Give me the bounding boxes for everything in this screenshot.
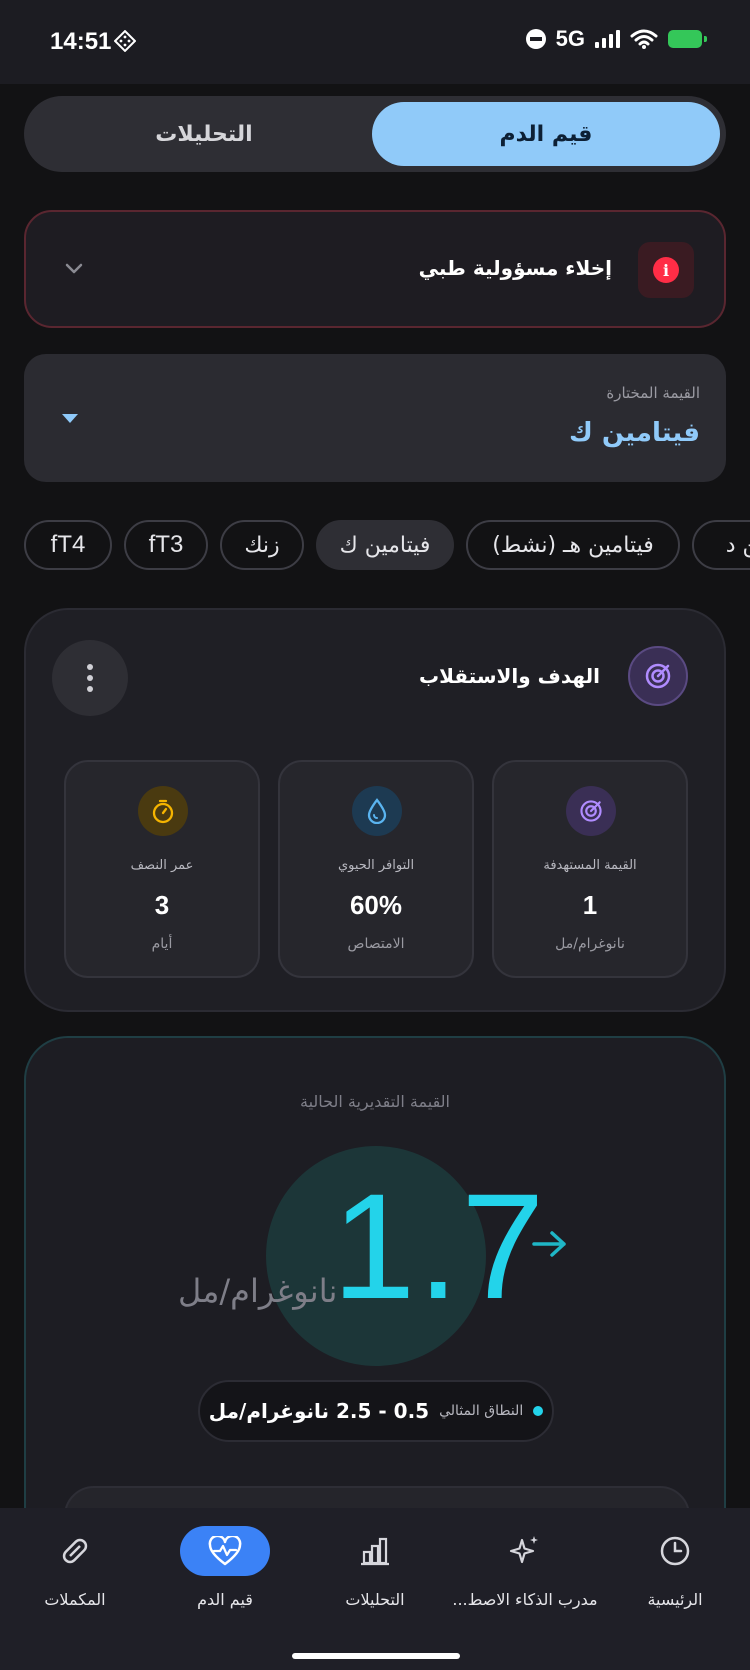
nav-analyses[interactable]: التحليلات <box>300 1508 450 1648</box>
arrow-right-icon <box>532 1231 566 1257</box>
bottom-navigation: المكملات قيم الدم التحليلات مدرب الذكاء … <box>0 1508 750 1670</box>
bar-chart-icon <box>330 1526 420 1576</box>
info-icon: i <box>653 257 679 283</box>
chip-vitamin-d[interactable]: فيتامين د <box>692 520 750 570</box>
optimal-range-pill: النطاق المثالي 0.5 - 2.5 نانوغرام/مل <box>198 1380 554 1442</box>
chip-vitamin-e[interactable]: فيتامين هـ (نشط) <box>466 520 680 570</box>
nav-label: الرئيسية <box>647 1590 703 1609</box>
stat-target-value: القيمة المستهدفة 1 نانوغرام/مل <box>492 760 688 978</box>
water-drop-icon <box>352 786 402 836</box>
stat-bioavailability: التوافر الحيوي 60% الامتصاص <box>278 760 474 978</box>
medical-disclaimer[interactable]: i إخلاء مسؤولية طبي <box>24 210 726 328</box>
nav-supplements[interactable]: المكملات <box>0 1508 150 1648</box>
goal-title: الهدف والاستقلاب <box>418 664 600 688</box>
chip-ft4[interactable]: fT4 <box>24 520 112 570</box>
chip-vitamin-k[interactable]: فيتامين ك <box>316 520 454 570</box>
disclaimer-title: إخلاء مسؤولية طبي <box>418 256 612 280</box>
range-label: النطاق المثالي <box>439 1403 524 1419</box>
nav-label: مدرب الذكاء الاصط... <box>452 1590 598 1609</box>
dropdown-caret-icon <box>62 414 78 423</box>
nav-blood-values[interactable]: قيم الدم <box>150 1508 300 1648</box>
tab-blood-values[interactable]: قيم الدم <box>372 102 720 166</box>
more-options-button[interactable] <box>52 640 128 716</box>
home-indicator[interactable] <box>292 1653 460 1659</box>
clock-icon <box>630 1526 720 1576</box>
chevron-down-icon[interactable] <box>62 256 86 280</box>
diamond-grid-icon <box>114 30 136 52</box>
network-type: 5G <box>555 26 585 51</box>
nav-label: التحليلات <box>345 1590 405 1609</box>
target-icon <box>566 786 616 836</box>
stat-unit: نانوغرام/مل <box>555 936 625 952</box>
stat-value: 60% <box>349 890 403 920</box>
signal-icon <box>595 30 620 48</box>
pill-icon <box>30 1526 120 1576</box>
nav-label: قيم الدم <box>197 1590 253 1609</box>
value-chips: fT4 fT3 زنك فيتامين ك فيتامين هـ (نشط) ف… <box>0 520 750 572</box>
value-selector[interactable]: القيمة المختارة فيتامين ك <box>24 354 726 482</box>
do-not-disturb-icon <box>525 29 546 49</box>
tab-analyses[interactable]: التحليلات <box>30 102 378 166</box>
range-value: 0.5 - 2.5 نانوغرام/مل <box>208 1399 430 1423</box>
battery-icon <box>668 30 707 48</box>
nav-home[interactable]: الرئيسية <box>600 1508 750 1648</box>
stat-label: عمر النصف <box>130 858 194 873</box>
range-dot <box>533 1406 544 1416</box>
heart-pulse-icon <box>180 1526 270 1576</box>
stat-unit: الامتصاص <box>347 936 405 952</box>
nav-label: المكملات <box>44 1590 106 1609</box>
stat-value: 1 <box>582 890 598 920</box>
chip-ft3[interactable]: fT3 <box>124 520 208 570</box>
status-time: 14:51 <box>50 28 112 55</box>
tab-switcher: التحليلات قيم الدم <box>24 96 726 172</box>
status-bar: 14:51 5G <box>0 0 750 84</box>
selector-label: القيمة المختارة <box>606 384 700 402</box>
stat-value: 3 <box>154 890 170 920</box>
selector-value: فيتامين ك <box>568 418 700 448</box>
chip-zinc[interactable]: زنك <box>220 520 304 570</box>
current-unit: نانوغرام/مل <box>178 1272 338 1310</box>
goal-metabolism-card: الهدف والاستقلاب القيمة المستهدفة 1 نانو… <box>24 608 726 1012</box>
sparkle-icon <box>480 1526 570 1576</box>
timer-icon <box>138 786 188 836</box>
stat-label: القيمة المستهدفة <box>543 858 637 873</box>
current-value-label: القيمة التقديرية الحالية <box>300 1092 450 1111</box>
info-icon-box: i <box>638 242 694 298</box>
nav-ai-coach[interactable]: مدرب الذكاء الاصط... <box>450 1508 600 1648</box>
current-value: 1.7 <box>332 1162 547 1330</box>
wifi-icon <box>630 29 658 49</box>
stat-half-life: عمر النصف 3 أيام <box>64 760 260 978</box>
stat-unit: أيام <box>151 936 173 952</box>
target-icon <box>628 646 688 706</box>
stat-label: التوافر الحيوي <box>337 858 415 873</box>
